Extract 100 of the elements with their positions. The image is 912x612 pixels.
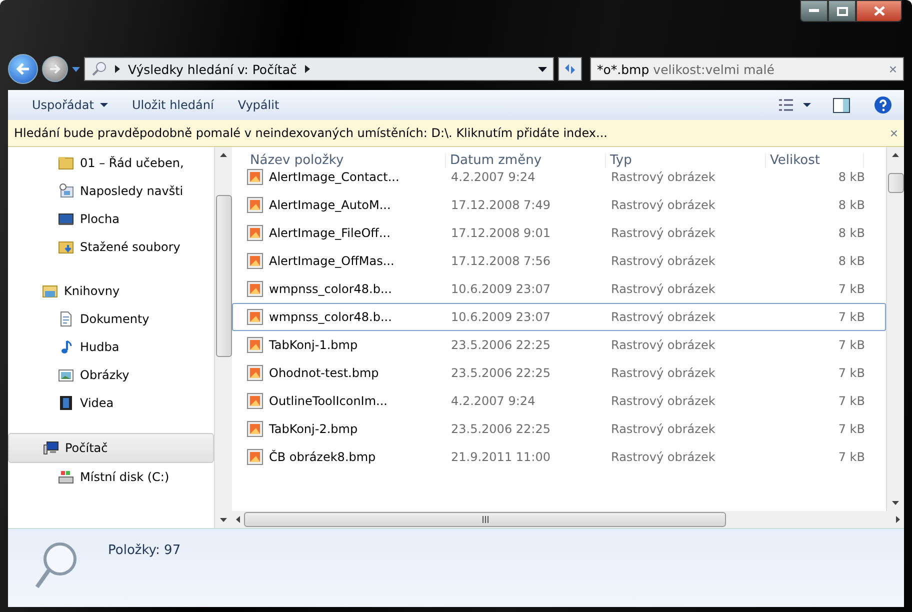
file-row[interactable]: Ohodnot-test.bmp 23.5.2006 22:25 Rastrový obrázek 7 kB <box>232 359 886 387</box>
arrow-up-icon[interactable] <box>892 153 899 157</box>
sidebar-item[interactable]: Obrázky <box>8 361 214 389</box>
date-cell-text: 17.12.2008 7:56 <box>450 254 552 268</box>
file-row[interactable]: AlertImage_AutoM... 17.12.2008 7:49 Rastrový obrázek 8 kB <box>232 191 886 219</box>
column-header[interactable]: Datum změny <box>446 152 606 168</box>
address-bar[interactable]: Výsledky hledání v: Počítač <box>84 57 554 81</box>
sidebar-item[interactable]: Dokumenty <box>8 305 214 333</box>
date-cell-text: 4.2.2007 9:24 <box>450 394 536 408</box>
info-message: Hledání bude pravděpodobně pomalé v neindexovaných umístěních: D:\. Kliknutím přidáte index... <box>14 126 608 140</box>
chevron-icon <box>304 65 310 73</box>
file-row[interactable]: wmpnss_color48.b... 10.6.2009 23:07 Rastrový obrázek 7 kB <box>232 303 886 331</box>
column-header[interactable]: Typ <box>606 152 766 168</box>
file-row[interactable]: ČB obrázek8.bmp 21.9.2011 11:00 Rastrový obrázek 7 kB <box>232 443 886 471</box>
file-name: AlertImage_Contact... <box>269 170 400 184</box>
maximize-button[interactable] <box>828 0 856 22</box>
scroll-thumb[interactable] <box>888 173 904 193</box>
type-cell-text: Rastrový obrázek <box>610 170 716 184</box>
sidebar-item[interactable]: Místní disk (C:) <box>8 463 214 491</box>
date-cell-text: 23.5.2006 22:25 <box>450 366 552 380</box>
video-icon <box>58 395 74 411</box>
date-cell-text: 23.5.2006 22:25 <box>450 338 552 352</box>
sidebar-item[interactable]: Knihovny <box>8 277 214 305</box>
image-file-icon <box>247 197 263 213</box>
type-cell-text: Rastrový obrázek <box>610 254 716 268</box>
toolbar-button[interactable]: Uložit hledání <box>120 94 226 116</box>
date-cell-text: 4.2.2007 9:24 <box>450 170 536 184</box>
image-file-icon <box>247 393 263 409</box>
type-cell-text: Rastrový obrázek <box>610 366 716 380</box>
toolbar-button[interactable]: Vypálit <box>226 94 292 116</box>
refresh-icon <box>563 63 577 75</box>
file-name: wmpnss_color48.b... <box>269 282 392 296</box>
info-bar[interactable]: Hledání bude pravděpodobně pomalé v neindexovaných umístěních: D:\. Kliknutím přidáte index... × <box>8 120 904 147</box>
type-cell-text: Rastrový obrázek <box>610 422 716 436</box>
horizontal-scrollbar[interactable] <box>232 511 904 528</box>
date-cell-text: 17.12.2008 7:49 <box>450 198 552 212</box>
image-file-icon <box>247 337 263 353</box>
back-button[interactable] <box>8 54 38 84</box>
clear-button[interactable]: × <box>888 61 897 77</box>
search-field[interactable]: *o*.bmp velikost:velmi malé × <box>590 57 904 81</box>
scroll-thumb[interactable] <box>216 195 232 357</box>
sidebar-item[interactable]: 01 – Řád učeben, <box>8 149 214 177</box>
grip-icon <box>482 516 488 523</box>
arrow-down-icon[interactable] <box>220 518 227 522</box>
sidebar-item[interactable]: Plocha <box>8 205 214 233</box>
type-cell-text: Rastrový obrázek <box>610 282 716 296</box>
view-list-icon[interactable] <box>779 99 793 111</box>
sidebar-item[interactable]: Stažené soubory <box>8 233 214 261</box>
forward-button[interactable] <box>42 56 68 82</box>
sidebar-item[interactable]: Naposledy navšti <box>8 177 214 205</box>
arrow-left-icon[interactable] <box>236 516 240 523</box>
toolbar-button[interactable]: Uspořádat <box>20 94 120 116</box>
image-file-icon <box>247 281 263 297</box>
type-cell-text: Rastrový obrázek <box>610 198 716 212</box>
sidebar-item[interactable]: Videa <box>8 389 214 417</box>
file-row[interactable]: OutlineToolIconIm... 4.2.2007 9:24 Rastrový obrázek 7 kB <box>232 387 886 415</box>
scroll-thumb[interactable] <box>244 512 726 527</box>
file-name: AlertImage_OffMas... <box>269 254 394 268</box>
arrow-right-icon[interactable] <box>896 516 900 523</box>
file-row[interactable]: wmpnss_color48.b... 10.6.2009 23:07 Rastrový obrázek 7 kB <box>232 275 886 303</box>
caret-icon[interactable] <box>538 66 547 72</box>
scrollbar[interactable] <box>886 147 904 511</box>
search-filter: velikost:velmi malé <box>653 62 776 76</box>
image-file-icon <box>247 169 263 185</box>
search-query: *o*.bmp <box>597 62 650 76</box>
file-name: ČB obrázek8.bmp <box>269 450 376 464</box>
preview-pane-icon[interactable] <box>833 98 850 112</box>
minimize-button[interactable] <box>800 0 828 22</box>
refresh-button[interactable] <box>558 57 582 81</box>
size-cell-text: 7 kB <box>837 394 865 408</box>
file-row[interactable]: AlertImage_OffMas... 17.12.2008 7:56 Rastrový obrázek 8 kB <box>232 247 886 275</box>
file-row[interactable]: TabKonj-1.bmp 23.5.2006 22:25 Rastrový obrázek 7 kB <box>232 331 886 359</box>
file-name: AlertImage_AutoM... <box>269 198 391 212</box>
close-button[interactable] <box>856 0 902 22</box>
arrow-up-icon[interactable] <box>220 153 227 157</box>
recent-icon <box>58 183 74 199</box>
date-cell-text: 23.5.2006 22:25 <box>450 422 552 436</box>
file-name: TabKonj-2.bmp <box>269 422 358 436</box>
arrow-down-icon[interactable] <box>892 501 899 505</box>
breadcrumb[interactable]: Výsledky hledání v: Počítač <box>128 62 297 76</box>
scrollbar[interactable] <box>214 147 232 528</box>
date-cell-text: 10.6.2009 23:07 <box>450 310 552 324</box>
file-name: OutlineToolIconIm... <box>269 394 388 408</box>
column-header[interactable]: Velikost <box>766 152 864 168</box>
caret-icon[interactable] <box>803 103 811 107</box>
column-header[interactable]: Název položky <box>246 152 446 168</box>
size-cell-text: 7 kB <box>837 282 865 296</box>
size-cell-text: 7 kB <box>837 310 865 324</box>
downloads-icon <box>58 239 74 255</box>
date-cell-text: 17.12.2008 9:01 <box>450 226 552 240</box>
help-icon[interactable] <box>874 96 892 114</box>
image-file-icon <box>247 309 263 325</box>
file-row[interactable]: TabKonj-2.bmp 23.5.2006 22:25 Rastrový obrázek 7 kB <box>232 415 886 443</box>
pictures-icon <box>58 367 74 383</box>
size-cell-text: 8 kB <box>837 254 865 268</box>
file-row[interactable]: AlertImage_FileOff... 17.12.2008 9:01 Rastrový obrázek 8 kB <box>232 219 886 247</box>
arrow-right-icon <box>49 64 61 74</box>
close-button[interactable]: × <box>890 125 898 141</box>
sidebar-item[interactable]: Hudba <box>8 333 214 361</box>
sidebar-item[interactable]: Počítač <box>8 433 214 463</box>
